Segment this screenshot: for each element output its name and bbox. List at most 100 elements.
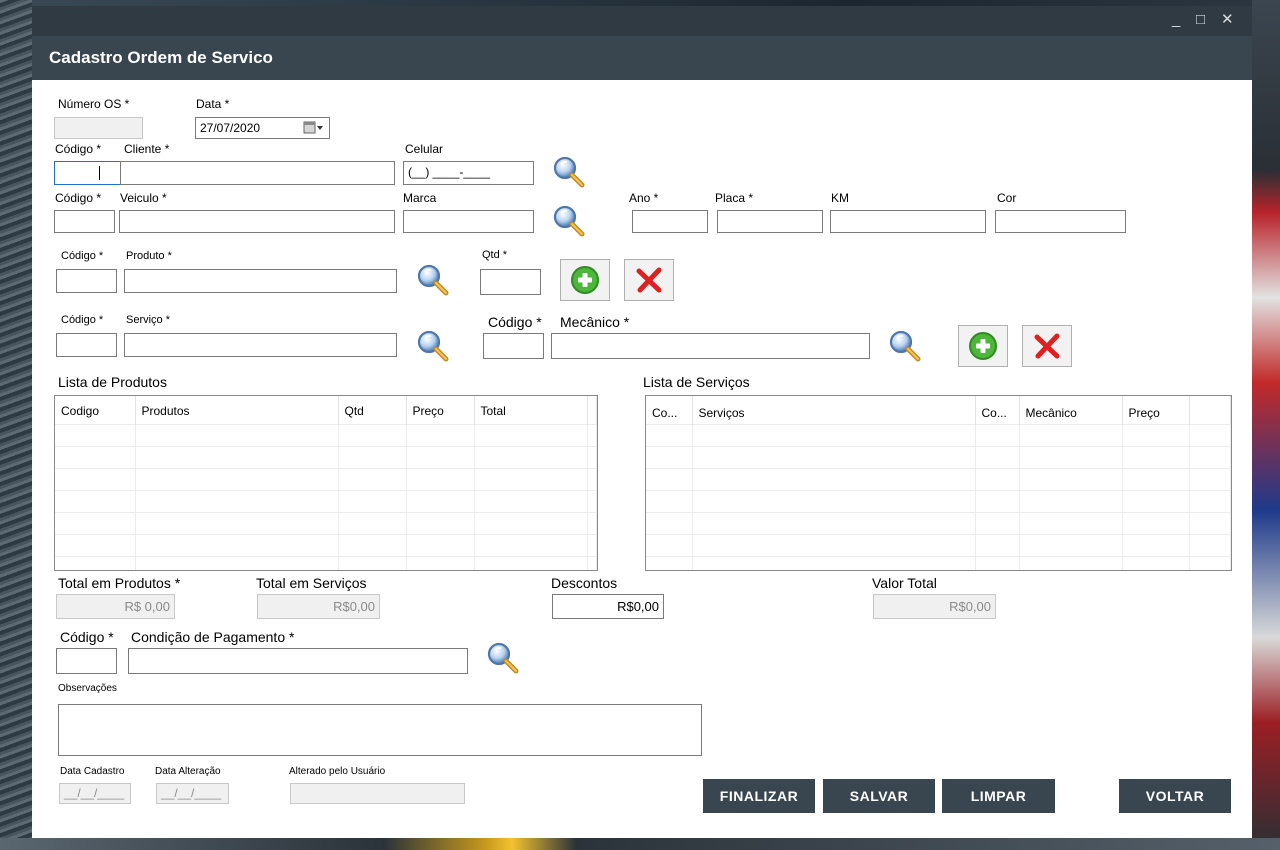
observacoes-textarea[interactable] xyxy=(58,704,702,756)
remove-icon xyxy=(1032,331,1062,361)
celular-field[interactable]: (__) ____-____ xyxy=(403,161,534,185)
add-icon xyxy=(968,331,998,361)
remove-servico-button[interactable] xyxy=(1022,325,1072,367)
mecanico-codigo-field[interactable] xyxy=(483,333,544,359)
table-row[interactable] xyxy=(55,423,597,446)
veiculo-codigo-field[interactable] xyxy=(54,210,115,233)
produtos-grid[interactable]: Codigo Produtos Qtd Preço Total xyxy=(54,395,598,571)
table-row[interactable] xyxy=(646,423,1231,446)
descontos-field[interactable]: R$0,00 xyxy=(552,594,664,619)
celular-label: Celular xyxy=(405,142,444,156)
lista-servicos-title: Lista de Serviços xyxy=(643,374,750,390)
pagamento-codigo-field[interactable] xyxy=(56,648,117,674)
servicos-grid[interactable]: Co... Serviços Co... Mecânico Preço xyxy=(645,395,1232,571)
data-cadastro-label: Data Cadastro xyxy=(60,766,125,777)
km-field[interactable] xyxy=(830,210,986,233)
table-row[interactable] xyxy=(55,533,597,556)
desktop-background-bottom xyxy=(0,838,1280,850)
veiculo-field[interactable] xyxy=(119,210,395,233)
col-codigo-mecanico[interactable]: Co... xyxy=(975,396,1020,424)
search-cliente-icon[interactable] xyxy=(551,154,587,190)
add-produto-button[interactable] xyxy=(560,259,610,301)
table-row[interactable] xyxy=(646,445,1231,468)
produto-label: Produto * xyxy=(126,250,172,262)
marca-field[interactable] xyxy=(403,210,534,233)
title-bar: _ □ ✕ xyxy=(32,6,1252,36)
produto-codigo-field[interactable] xyxy=(56,269,117,293)
placa-label: Placa * xyxy=(715,191,754,205)
col-empty xyxy=(1189,396,1231,424)
close-icon[interactable]: ✕ xyxy=(1221,12,1234,28)
search-produto-icon[interactable] xyxy=(415,262,451,298)
cliente-codigo-field[interactable] xyxy=(54,161,127,185)
desktop-background-right xyxy=(1252,0,1280,850)
observacoes-label: Observações xyxy=(58,683,117,694)
data-alteracao-field: __/__/____ xyxy=(156,783,229,804)
valor-total-field: R$0,00 xyxy=(873,594,996,619)
servico-field[interactable] xyxy=(124,333,397,357)
table-row[interactable] xyxy=(646,511,1231,534)
table-row[interactable] xyxy=(55,555,597,570)
voltar-button[interactable]: VOLTAR xyxy=(1119,779,1231,813)
km-label: KM xyxy=(831,191,849,205)
cliente-name-field[interactable] xyxy=(120,161,395,185)
pagamento-codigo-label: Código * xyxy=(60,629,114,645)
col-servicos[interactable]: Serviços xyxy=(692,396,976,424)
numero-os-label: Número OS * xyxy=(58,97,130,111)
col-mecanico[interactable]: Mecânico xyxy=(1019,396,1123,424)
data-value: 27/07/2020 xyxy=(200,121,261,135)
produto-field[interactable] xyxy=(124,269,397,293)
limpar-button[interactable]: LIMPAR xyxy=(942,779,1055,813)
search-mecanico-icon[interactable] xyxy=(887,328,923,364)
search-veiculo-icon[interactable] xyxy=(551,203,587,239)
qtd-field[interactable] xyxy=(480,269,541,295)
condicao-pagamento-field[interactable] xyxy=(128,648,468,674)
col-codigo[interactable]: Codigo xyxy=(55,396,136,424)
descontos-label: Descontos xyxy=(551,575,618,591)
cor-field[interactable] xyxy=(995,210,1126,233)
data-cadastro-field: __/__/____ xyxy=(59,783,131,804)
col-preco-servico[interactable]: Preço xyxy=(1122,396,1190,424)
main-window: _ □ ✕ Cadastro Ordem de Servico Número O… xyxy=(32,6,1252,838)
window-title: Cadastro Ordem de Servico xyxy=(49,48,273,67)
marca-label: Marca xyxy=(403,191,437,205)
cliente-codigo-label: Código * xyxy=(55,142,102,156)
mecanico-codigo-label: Código * xyxy=(488,314,542,330)
table-row[interactable] xyxy=(646,467,1231,490)
table-row[interactable] xyxy=(646,489,1231,512)
table-row[interactable] xyxy=(646,555,1231,570)
add-servico-button[interactable] xyxy=(958,325,1008,367)
table-row[interactable] xyxy=(55,511,597,534)
search-pagamento-icon[interactable] xyxy=(485,640,521,676)
form-header: Cadastro Ordem de Servico xyxy=(32,36,1252,80)
data-picker[interactable]: 27/07/2020 xyxy=(195,117,330,139)
remove-produto-button[interactable] xyxy=(624,259,674,301)
alterado-usuario-label: Alterado pelo Usuário xyxy=(289,766,386,777)
col-codigo-servico[interactable]: Co... xyxy=(646,396,693,424)
remove-icon xyxy=(634,265,664,295)
maximize-icon[interactable]: □ xyxy=(1196,12,1205,28)
table-row[interactable] xyxy=(646,533,1231,556)
total-servicos-field: R$0,00 xyxy=(257,594,380,619)
col-qtd[interactable]: Qtd xyxy=(338,396,407,424)
col-total[interactable]: Total xyxy=(474,396,588,424)
minimize-icon[interactable]: _ xyxy=(1172,12,1180,28)
col-preco[interactable]: Preço xyxy=(406,396,475,424)
valor-total-label: Valor Total xyxy=(872,575,937,591)
table-row[interactable] xyxy=(55,489,597,512)
servico-codigo-field[interactable] xyxy=(56,333,117,357)
placa-field[interactable] xyxy=(717,210,823,233)
produto-codigo-label: Código * xyxy=(61,250,104,262)
ano-field[interactable] xyxy=(632,210,708,233)
col-produtos[interactable]: Produtos xyxy=(135,396,339,424)
mecanico-field[interactable] xyxy=(551,333,870,359)
search-servico-icon[interactable] xyxy=(415,328,451,364)
finalizar-button[interactable]: FINALIZAR xyxy=(703,779,815,813)
alterado-usuario-field xyxy=(290,783,465,804)
numero-os-field[interactable] xyxy=(54,117,143,139)
table-row[interactable] xyxy=(55,467,597,490)
salvar-button[interactable]: SALVAR xyxy=(823,779,935,813)
table-row[interactable] xyxy=(55,445,597,468)
calendar-dropdown-icon[interactable] xyxy=(303,121,325,138)
total-produtos-label: Total em Produtos * xyxy=(58,575,181,591)
